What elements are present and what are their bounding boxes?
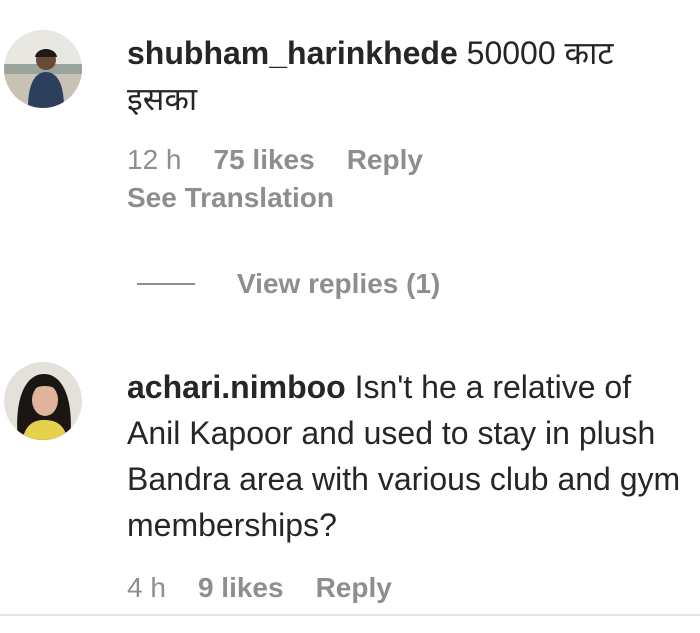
see-translation-link[interactable]: See Translation bbox=[127, 182, 687, 214]
comment-meta: 4 h 9 likes Reply bbox=[127, 572, 687, 604]
comment-meta: 12 h 75 likes Reply bbox=[127, 144, 687, 176]
avatar[interactable] bbox=[4, 30, 82, 108]
reply-button[interactable]: Reply bbox=[347, 144, 423, 176]
reply-button[interactable]: Reply bbox=[316, 572, 392, 604]
view-replies-label: View replies (1) bbox=[237, 268, 441, 299]
comment-time: 12 h bbox=[127, 144, 182, 175]
comment-item: shubham_harinkhede 50000 काट इसका 12 h 7… bbox=[0, 0, 700, 230]
comment-time: 4 h bbox=[127, 572, 166, 603]
comment-text: shubham_harinkhede 50000 काट इसका bbox=[127, 30, 687, 122]
comment-text: achari.nimboo Isn't he a relative of Ani… bbox=[127, 364, 687, 548]
comment-likes[interactable]: 9 likes bbox=[198, 572, 284, 604]
view-replies-button[interactable]: View replies (1) bbox=[137, 268, 440, 300]
avatar-photo-icon bbox=[4, 30, 82, 108]
comment-username[interactable]: shubham_harinkhede bbox=[127, 35, 458, 71]
comment-username[interactable]: achari.nimboo bbox=[127, 369, 346, 405]
avatar-photo-icon bbox=[4, 362, 82, 440]
comment-item: achari.nimboo Isn't he a relative of Ani… bbox=[0, 340, 700, 610]
avatar[interactable] bbox=[4, 362, 82, 440]
bottom-divider bbox=[0, 614, 700, 616]
comment-likes[interactable]: 75 likes bbox=[214, 144, 315, 176]
replies-divider-line bbox=[137, 283, 195, 285]
